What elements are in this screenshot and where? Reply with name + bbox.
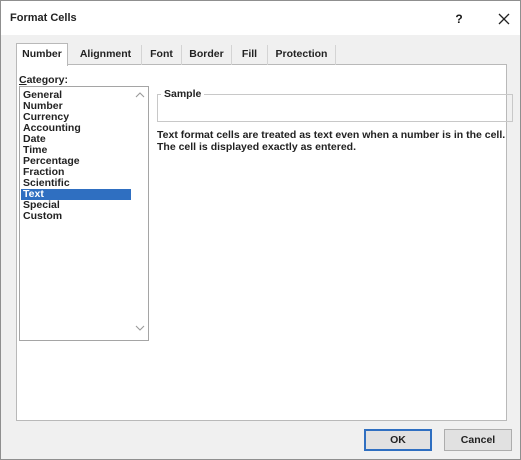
category-label: Category: (19, 74, 68, 86)
format-description-line-1: Text format cells are treated as text ev… (157, 129, 506, 141)
tab-strip: Number Alignment Font Border Fill Protec… (16, 43, 507, 66)
ok-button[interactable]: OK (364, 429, 432, 451)
category-item-custom[interactable]: Custom (21, 211, 131, 222)
listbox-scroll-down[interactable] (133, 323, 147, 333)
sample-label: Sample (161, 88, 205, 100)
tab-font[interactable]: Font (142, 45, 182, 65)
category-listbox[interactable]: General Number Currency Accounting Date … (19, 86, 149, 341)
listbox-scroll-up[interactable] (133, 90, 147, 100)
format-cells-dialog: Format Cells ? Number Alignment Font Bor… (0, 0, 521, 460)
tab-protection[interactable]: Protection (268, 45, 336, 65)
category-label-text: ategory: (26, 74, 69, 86)
chevron-up-icon (135, 92, 145, 98)
tab-fill[interactable]: Fill (232, 45, 268, 65)
category-label-accelerator: C (19, 74, 27, 86)
chevron-down-icon (135, 325, 145, 331)
title-bar: Format Cells ? (1, 1, 520, 35)
close-button[interactable] (495, 9, 513, 29)
format-description: Text format cells are treated as text ev… (157, 129, 517, 153)
help-button[interactable]: ? (451, 10, 467, 28)
dialog-title: Format Cells (10, 12, 77, 24)
tab-border[interactable]: Border (182, 45, 232, 65)
sample-preview-box (157, 94, 513, 122)
close-icon (498, 13, 510, 25)
cancel-button[interactable]: Cancel (444, 429, 512, 451)
format-description-line-2: The cell is displayed exactly as entered… (157, 141, 357, 153)
tab-alignment[interactable]: Alignment (70, 45, 142, 65)
tab-number[interactable]: Number (16, 43, 68, 66)
